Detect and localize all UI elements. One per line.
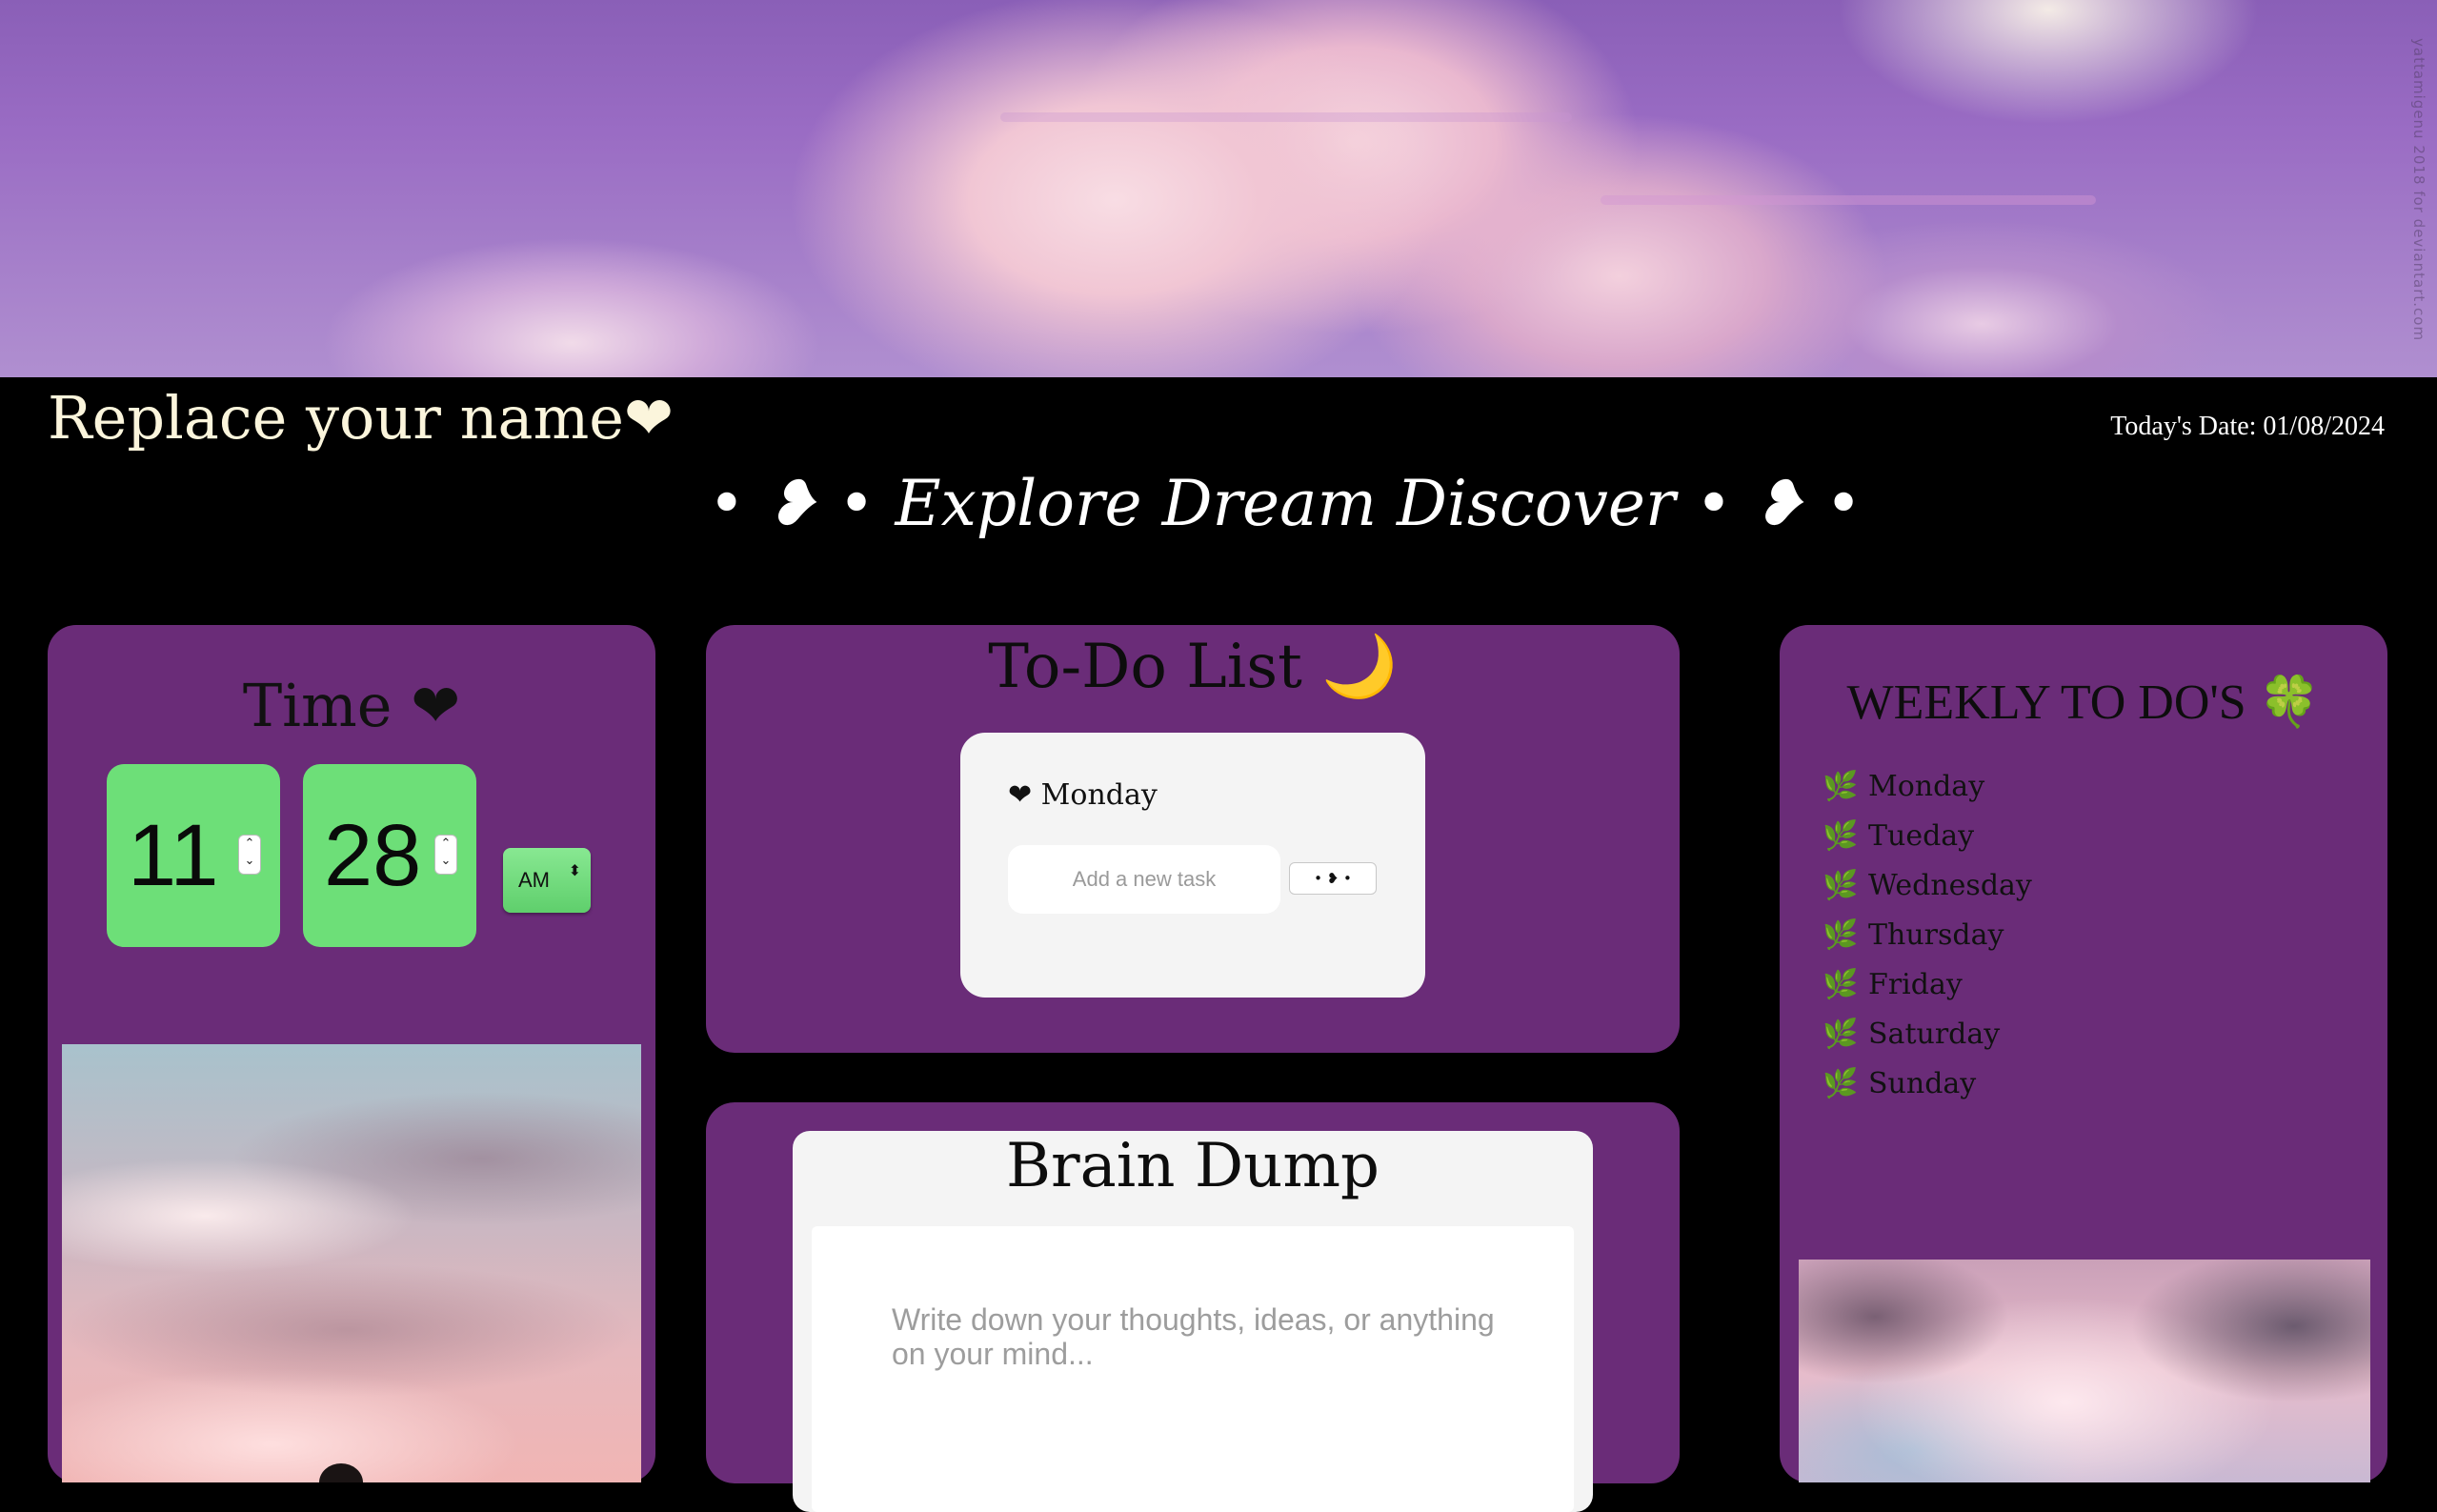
banner-light-streak: [1601, 195, 2096, 205]
am-pm-value: AM: [518, 868, 550, 892]
weekly-day-item[interactable]: 🌿 Tueday: [1823, 819, 2032, 869]
banner-light-streak: [1000, 112, 1572, 122]
weekly-day-item[interactable]: 🌿 Monday: [1823, 770, 2032, 819]
time-title: Time ❤: [242, 671, 461, 740]
select-arrows-icon: ⬍: [568, 863, 581, 879]
weekly-day-label: Wednesday: [1868, 869, 2032, 902]
weekly-day-item[interactable]: 🌿 Friday: [1823, 968, 2032, 1018]
brain-dump-card: Brain Dump: [793, 1131, 1593, 1512]
am-pm-select[interactable]: AM ⬍: [503, 848, 591, 913]
leaf-icon: 🌿: [1823, 968, 1859, 1001]
weekly-day-item[interactable]: 🌿 Sunday: [1823, 1067, 2032, 1117]
brain-dump-textarea[interactable]: [812, 1226, 1574, 1512]
sky-photo-right: [1799, 1260, 2370, 1482]
weekly-day-label: Thursday: [1868, 918, 2004, 952]
todo-card-monday: ❤ Monday • ❥ •: [960, 733, 1425, 998]
header-banner-image: yattamigenu 2018 for deviantart.com: [0, 0, 2437, 377]
hours-spinner[interactable]: ⌃ ⌄: [238, 835, 261, 875]
leaf-icon: 🌿: [1823, 918, 1859, 952]
today-date: Today's Date: 01/08/2024: [2110, 412, 2385, 441]
weekly-day-item[interactable]: 🌿 Saturday: [1823, 1018, 2032, 1067]
leaf-icon: 🌿: [1823, 770, 1859, 803]
weekly-title: WEEKLY TO DO'S 🍀: [1846, 675, 2321, 730]
tagline: • ❥ • Explore Dream Discover • ❥ •: [708, 467, 1863, 540]
weekly-day-list: 🌿 Monday 🌿 Tueday 🌿 Wednesday 🌿 Thursday 🌿 Fr…: [1823, 770, 2032, 1117]
todo-panel: To-Do List 🌙 ❤ Monday • ❥ •: [706, 625, 1680, 1053]
leaf-icon: 🌿: [1823, 869, 1859, 902]
user-name-heading[interactable]: Replace your name❤: [48, 383, 674, 453]
weekly-day-label: Saturday: [1868, 1018, 2001, 1051]
hours-value: 11: [128, 807, 219, 904]
banner-watermark: yattamigenu 2018 for deviantart.com: [2410, 38, 2427, 342]
chevron-down-icon[interactable]: ⌄: [441, 854, 452, 868]
leaf-icon: 🌿: [1823, 1018, 1859, 1051]
weekly-day-label: Monday: [1868, 770, 1985, 803]
leaf-icon: 🌿: [1823, 1067, 1859, 1100]
new-task-input[interactable]: [1008, 845, 1280, 914]
weekly-day-item[interactable]: 🌿 Thursday: [1823, 918, 2032, 968]
leaf-icon: 🌿: [1823, 819, 1859, 853]
minutes-input[interactable]: 28 ⌃ ⌄: [303, 764, 476, 947]
brain-dump-panel: Brain Dump: [706, 1102, 1680, 1512]
minutes-value: 28: [324, 807, 422, 904]
chevron-up-icon[interactable]: ⌃: [441, 837, 452, 851]
minutes-spinner[interactable]: ⌃ ⌄: [434, 835, 457, 875]
weekly-panel: WEEKLY TO DO'S 🍀 🌿 Monday 🌿 Tueday 🌿 Wednes…: [1780, 625, 2387, 1482]
time-panel: Time ❤ 11 ⌃ ⌄ 28 ⌃ ⌄ AM ⬍: [48, 625, 655, 1482]
weekly-day-label: Friday: [1868, 968, 1963, 1001]
todo-title: To-Do List 🌙: [988, 632, 1398, 702]
weekly-day-label: Sunday: [1868, 1067, 1977, 1100]
silhouette-shape: [319, 1463, 363, 1482]
hours-input[interactable]: 11 ⌃ ⌄: [107, 764, 280, 947]
sky-photo-left: [62, 1044, 641, 1482]
todo-day-label: ❤ Monday: [1008, 778, 1158, 812]
chevron-down-icon[interactable]: ⌄: [245, 854, 255, 868]
chevron-up-icon[interactable]: ⌃: [245, 837, 255, 851]
add-task-button[interactable]: • ❥ •: [1289, 862, 1377, 895]
weekly-day-label: Tueday: [1868, 819, 1975, 853]
weekly-day-item[interactable]: 🌿 Wednesday: [1823, 869, 2032, 918]
brain-dump-title: Brain Dump: [1006, 1131, 1380, 1201]
